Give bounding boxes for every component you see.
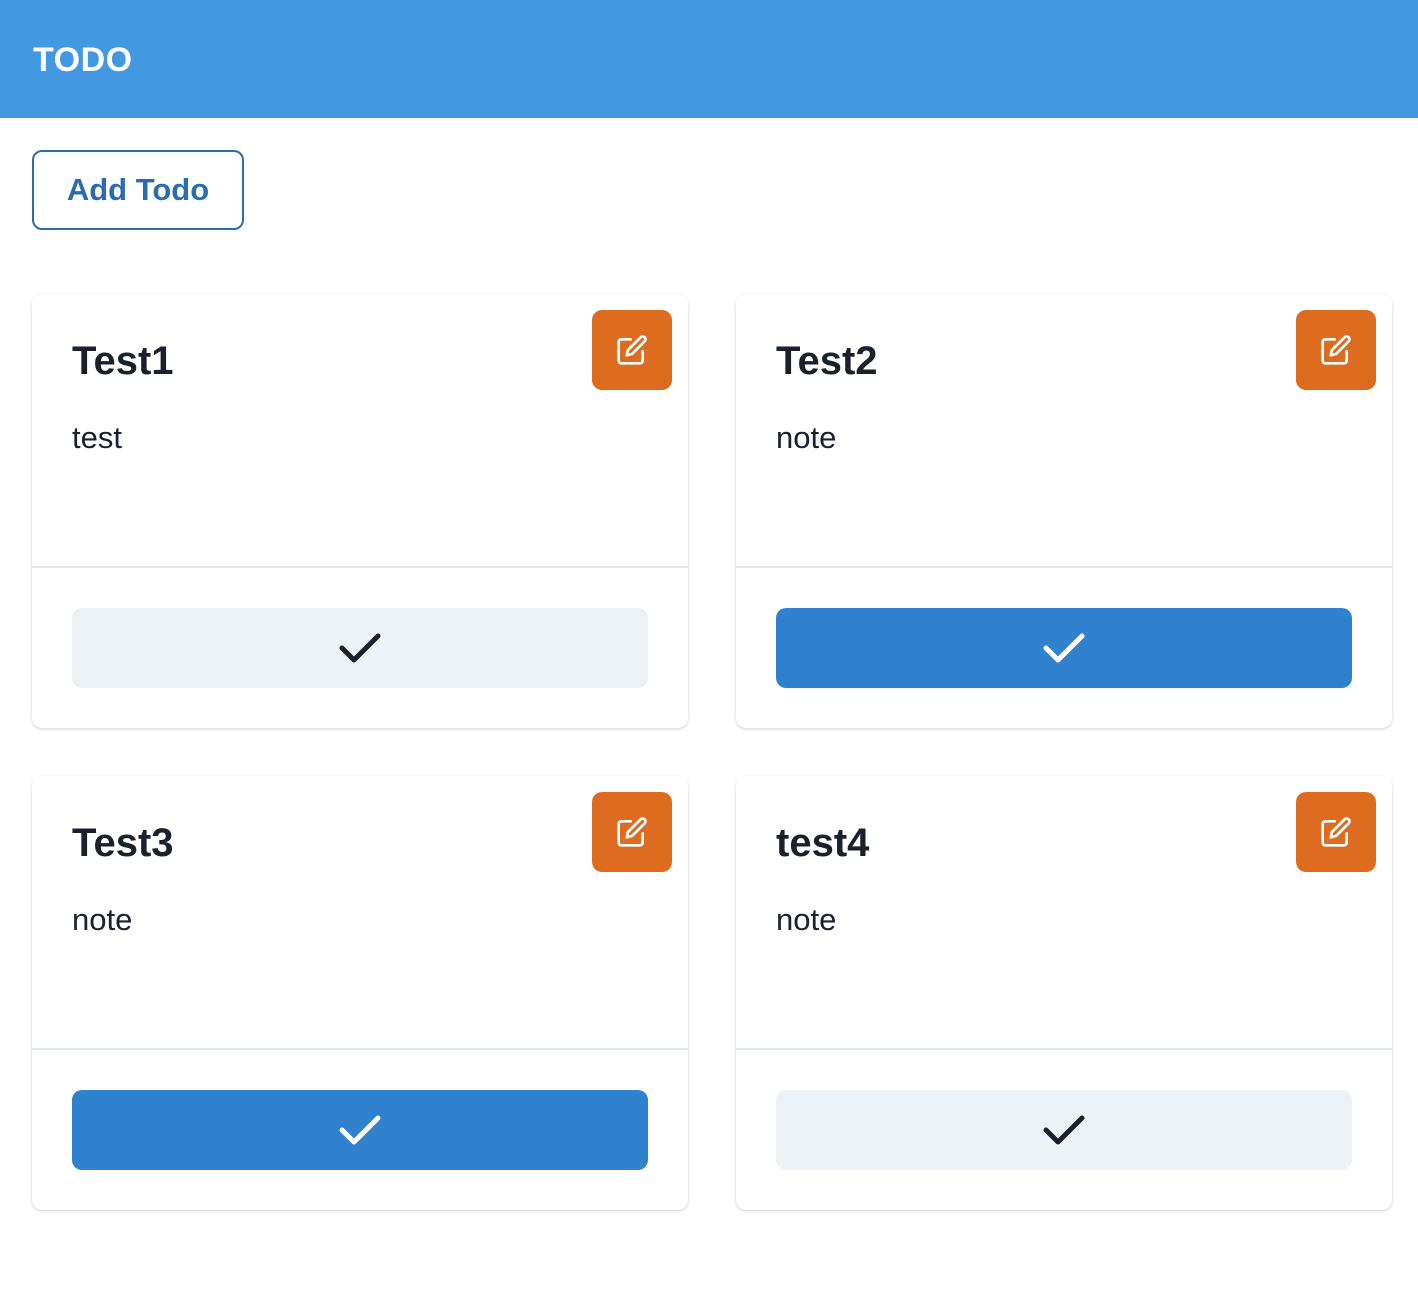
edit-icon bbox=[616, 334, 648, 366]
complete-toggle-button[interactable] bbox=[72, 1090, 648, 1170]
card-divider bbox=[736, 566, 1392, 568]
edit-button[interactable] bbox=[592, 310, 672, 390]
todo-title: test4 bbox=[776, 821, 870, 865]
todo-note: note bbox=[776, 420, 837, 455]
todo-title: Test1 bbox=[72, 339, 174, 383]
check-icon bbox=[338, 1113, 382, 1147]
check-icon bbox=[338, 631, 382, 665]
todo-note: note bbox=[72, 902, 133, 937]
todo-card: Test2 note bbox=[736, 294, 1392, 728]
todo-title: Test3 bbox=[72, 821, 174, 865]
card-divider bbox=[736, 1048, 1392, 1050]
check-icon bbox=[1042, 1113, 1086, 1147]
edit-icon bbox=[1320, 816, 1352, 848]
top-bar: TODO bbox=[0, 0, 1418, 118]
app-title: TODO bbox=[33, 41, 133, 79]
check-icon bbox=[1042, 631, 1086, 665]
todo-note: test bbox=[72, 420, 122, 455]
add-todo-button[interactable]: Add Todo bbox=[32, 150, 244, 230]
edit-icon bbox=[1320, 334, 1352, 366]
edit-button[interactable] bbox=[1296, 792, 1376, 872]
edit-button[interactable] bbox=[592, 792, 672, 872]
todo-title: Test2 bbox=[776, 339, 878, 383]
complete-toggle-button[interactable] bbox=[776, 1090, 1352, 1170]
card-divider bbox=[32, 566, 688, 568]
todo-card: Test1 test bbox=[32, 294, 688, 728]
todo-note: note bbox=[776, 902, 837, 937]
edit-icon bbox=[616, 816, 648, 848]
complete-toggle-button[interactable] bbox=[776, 608, 1352, 688]
todo-card: Test3 note bbox=[32, 776, 688, 1210]
edit-button[interactable] bbox=[1296, 310, 1376, 390]
todo-card: test4 note bbox=[736, 776, 1392, 1210]
card-divider bbox=[32, 1048, 688, 1050]
complete-toggle-button[interactable] bbox=[72, 608, 648, 688]
